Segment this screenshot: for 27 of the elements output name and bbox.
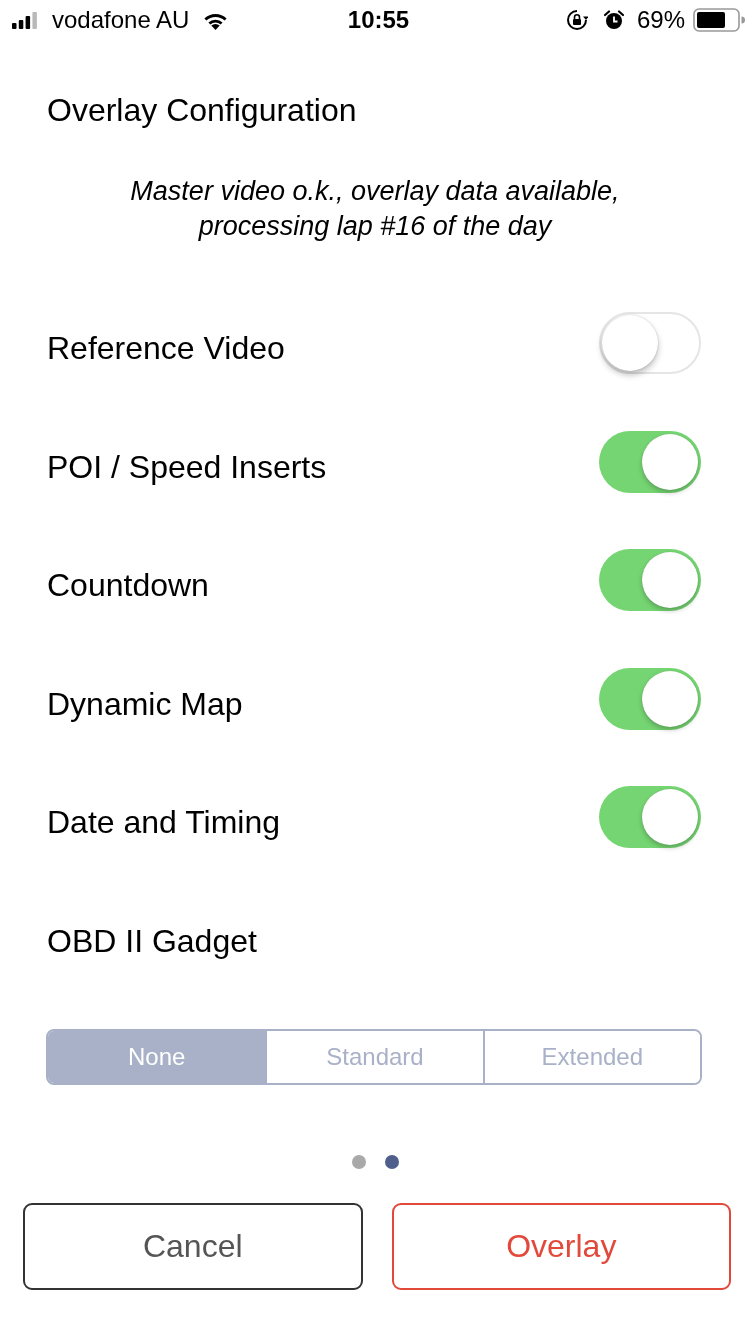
status-message: Master video o.k., overlay data available, processing lap #16 of the day: [129, 175, 621, 243]
toggle-switch[interactable]: [599, 786, 701, 849]
segmented-control[interactable]: None Standard Extended: [46, 1029, 702, 1085]
setting-label: POI / Speed Inserts: [47, 447, 327, 486]
toggle-switch[interactable]: [599, 430, 701, 493]
clock-time: 10:55: [347, 6, 410, 33]
toggle-switch[interactable]: [599, 667, 701, 730]
cancel-button[interactable]: Cancel: [23, 1203, 363, 1290]
segment-option[interactable]: None: [48, 1031, 266, 1083]
segment-option[interactable]: Extended: [482, 1031, 700, 1083]
setting-label: Dynamic Map: [47, 684, 243, 723]
signal-icon: [12, 11, 37, 29]
page-dot-icon[interactable]: [351, 1155, 366, 1169]
page-dot-icon[interactable]: [384, 1155, 399, 1169]
toggle-switch[interactable]: [599, 549, 701, 612]
setting-label: Countdown: [47, 566, 209, 605]
rotation-lock-icon: [565, 9, 588, 31]
carrier-name: vodafone AU: [52, 6, 190, 34]
setting-label: Date and Timing: [47, 803, 280, 842]
alarm-clock-icon: [603, 10, 624, 30]
setting-label: Reference Video: [47, 329, 285, 368]
overlay-button[interactable]: Overlay: [391, 1203, 731, 1290]
screen-title: Overlay Configuration: [47, 91, 357, 129]
setting-label: OBD II Gadget: [47, 921, 257, 960]
battery-icon: [693, 8, 745, 32]
battery-percentage: 69%: [636, 6, 685, 34]
toggle-switch[interactable]: [599, 312, 701, 375]
